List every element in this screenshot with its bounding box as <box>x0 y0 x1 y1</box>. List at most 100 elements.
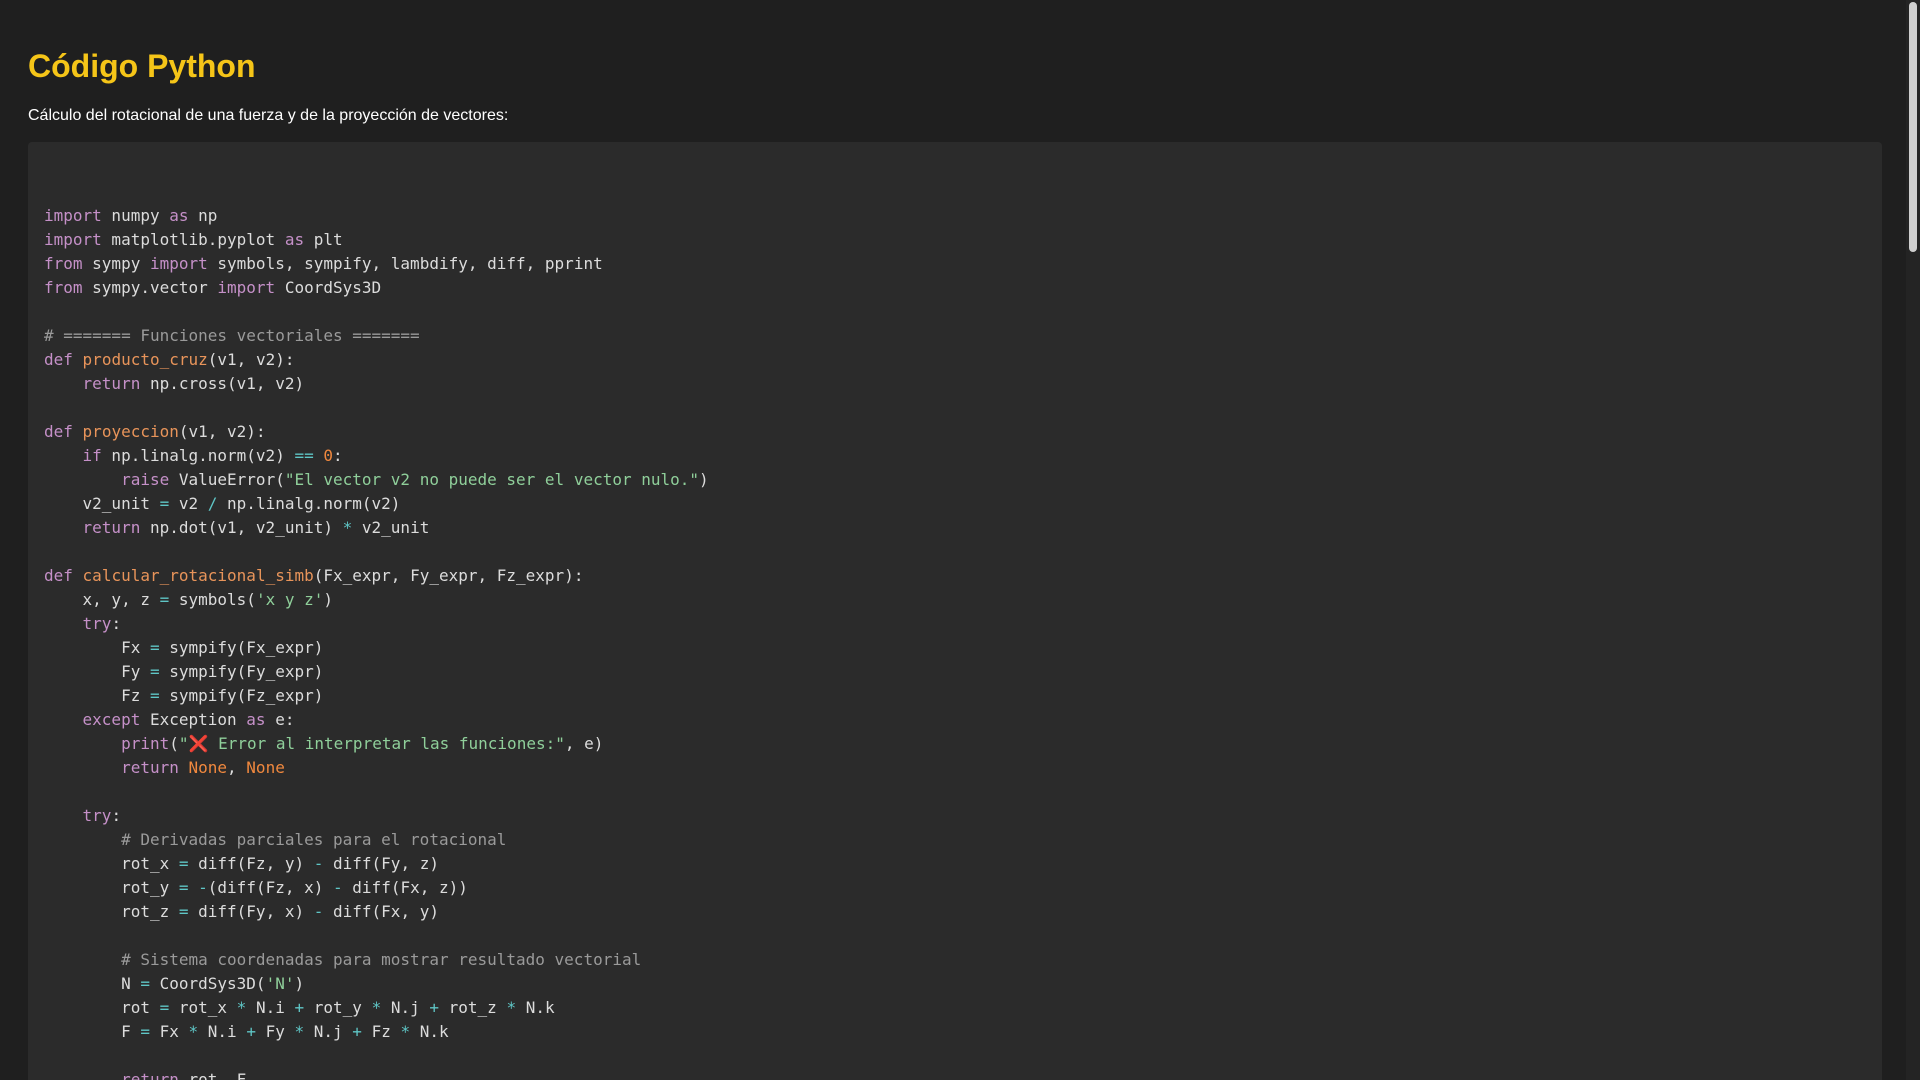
code-text: rot_x <box>44 854 179 873</box>
code-text: v2 <box>169 494 208 513</box>
code-text: CoordSys3D <box>275 278 382 297</box>
scrollbar-thumb[interactable] <box>1909 2 1917 252</box>
code-text: ) <box>294 974 305 993</box>
code-text: matplotlib.pyplot <box>101 230 285 249</box>
code-line: rot = rot_x * N.i + rot_y * N.j + rot_z … <box>44 996 1882 1020</box>
code-text: : <box>333 446 343 465</box>
code-keyword: try <box>82 806 112 825</box>
code-text: N.j <box>304 1022 353 1041</box>
code-line: return np.cross(v1, v2) <box>44 372 1882 396</box>
code-line: try: <box>44 612 1882 636</box>
code-text: x, y, z <box>44 590 160 609</box>
code-text: ValueError( <box>169 470 285 489</box>
code-operator: = <box>149 686 160 705</box>
code-text: Fx <box>44 638 150 657</box>
code-text: rot_y <box>304 998 372 1017</box>
code-text: sympy.vector <box>82 278 218 297</box>
code-line: raise ValueError("El vector v2 no puede … <box>44 468 1882 492</box>
code-comment: # Sistema coordenadas para mostrar resul… <box>121 950 642 969</box>
code-line: def calcular_rotacional_simb(Fx_expr, Fy… <box>44 564 1882 588</box>
code-line: Fz = sympify(Fz_expr) <box>44 684 1882 708</box>
code-line: x, y, z = symbols('x y z') <box>44 588 1882 612</box>
code-operator: = <box>178 854 189 873</box>
code-operator: + <box>246 1022 256 1041</box>
code-text: diff(Fy, x) <box>188 902 314 921</box>
code-text: (Fx_expr, Fy_expr, Fz_expr): <box>313 566 584 585</box>
code-operator: = <box>159 494 170 513</box>
code-keyword: return <box>121 1070 179 1080</box>
code-text: sympify(Fx_expr) <box>159 638 324 657</box>
vertical-scrollbar[interactable] <box>1906 0 1920 1080</box>
code-operator: = <box>159 590 170 609</box>
code-text: diff(Fz, y) <box>188 854 314 873</box>
code-keyword: if <box>82 446 102 465</box>
code-keyword: raise <box>121 470 170 489</box>
code-text: numpy <box>101 206 170 225</box>
code-text: np.cross(v1, v2) <box>140 374 305 393</box>
page: Código Python Cálculo del rotacional de … <box>28 0 1882 1080</box>
code-text: sympy <box>82 254 150 273</box>
code-text: rot <box>44 998 160 1017</box>
code-line: Fy = sympify(Fy_expr) <box>44 660 1882 684</box>
code-block[interactable]: import numpy as np import matplotlib.pypl… <box>28 142 1882 1080</box>
code-keyword: except <box>82 710 141 729</box>
code-operator: * <box>342 518 353 537</box>
code-operator: * <box>506 998 517 1017</box>
code-keyword: return <box>82 374 141 393</box>
code-text: F <box>44 1022 141 1041</box>
code-keyword: from <box>44 278 83 297</box>
code-operator: = <box>140 974 150 993</box>
code-operator: = <box>178 878 189 897</box>
code-line: rot_y = -(diff(Fz, x) - diff(Fx, z)) <box>44 876 1882 900</box>
code-text: N.k <box>516 998 555 1017</box>
code-text: v2_unit <box>352 518 430 537</box>
page-subtitle: Cálculo del rotacional de una fuerza y d… <box>28 107 509 124</box>
code-line: # Derivadas parciales para el rotacional <box>44 828 1882 852</box>
code-operator: - <box>313 902 324 921</box>
code-line: from sympy import symbols, sympify, lamb… <box>44 252 1882 276</box>
code-keyword: return <box>121 758 179 777</box>
code-text: np.linalg.norm(v2) <box>217 494 401 513</box>
code-function-name: proyeccion <box>82 422 179 441</box>
code-text: N.i <box>246 998 295 1017</box>
code-text: rot_z <box>44 902 179 921</box>
code-keyword: as <box>246 710 266 729</box>
code-operator: * <box>371 998 382 1017</box>
code-line: v2_unit = v2 / np.linalg.norm(v2) <box>44 492 1882 516</box>
code-line: def producto_cruz(v1, v2): <box>44 348 1882 372</box>
code-operator: = <box>149 662 160 681</box>
error-cross-icon: ❌ <box>188 734 209 753</box>
code-function-name: calcular_rotacional_simb <box>82 566 314 585</box>
code-line: N = CoordSys3D('N') <box>44 972 1882 996</box>
code-text: (v1, v2): <box>178 422 266 441</box>
code-operator: = <box>149 638 160 657</box>
code-text: : <box>111 806 122 825</box>
code-text: N.k <box>410 1022 449 1041</box>
code-text: ) <box>699 470 709 489</box>
page-title: Código Python <box>28 48 256 84</box>
code-operator: = <box>178 902 189 921</box>
code-line: rot_z = diff(Fy, x) - diff(Fx, y) <box>44 900 1882 924</box>
code-content[interactable]: import numpy as np import matplotlib.pypl… <box>28 142 1882 1080</box>
code-operator: - <box>198 878 208 897</box>
code-keyword: import <box>217 278 276 297</box>
code-text: Fy <box>255 1022 295 1041</box>
code-string: " <box>178 734 189 753</box>
code-operator: == <box>294 446 314 465</box>
code-text: diff(Fx, y) <box>323 902 439 921</box>
code-constant: None <box>246 758 285 777</box>
code-operator: * <box>294 1022 305 1041</box>
code-text: (v1, v2): <box>207 350 295 369</box>
code-line: from sympy.vector import CoordSys3D <box>44 276 1882 300</box>
code-text: Fy <box>44 662 150 681</box>
code-text: N <box>44 974 141 993</box>
